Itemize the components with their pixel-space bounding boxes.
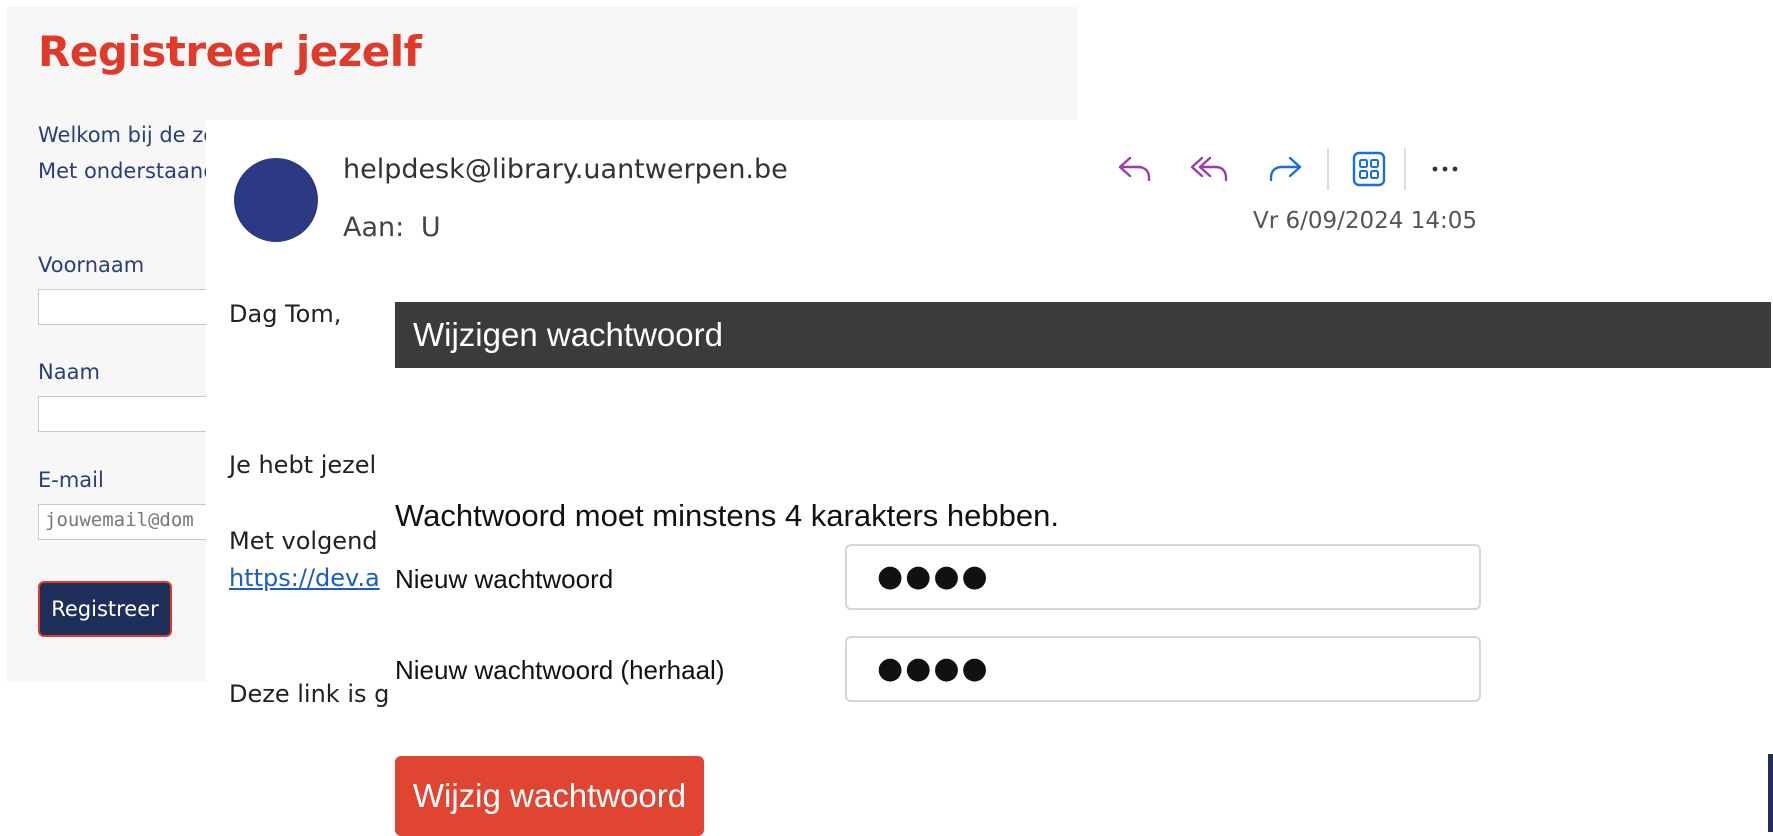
registration-title: Registreer jezelf [38,27,422,76]
page-title: Wijzigen wachtwoord [395,302,1771,368]
repeat-password-input[interactable]: ●●●● [845,636,1481,702]
new-password-label: Nieuw wachtwoord [395,564,614,594]
repeat-password-label: Nieuw wachtwoord (herhaal) [395,655,725,685]
toolbar-divider [1327,148,1329,190]
registration-intro-line-2: Met onderstaand [38,159,217,183]
avatar[interactable] [234,158,318,242]
toolbar-divider [1404,148,1406,190]
change-password-page: Wijzigen wachtwoord Wachtwoord moet mins… [395,302,1773,836]
more-icon[interactable] [1424,148,1466,190]
email-label: E-mail [38,468,104,492]
forward-icon[interactable] [1264,148,1306,190]
email-body-line-1: Je hebt jezel [229,451,377,479]
edge-fragment [1768,754,1773,832]
registration-intro-line-1: Welkom bij de ze [38,123,217,147]
register-button[interactable]: Registreer [38,581,172,637]
email-date: Vr 6/09/2024 14:05 [1253,208,1478,234]
firstname-label: Voornaam [38,253,145,277]
recipient-value[interactable]: U [421,212,441,243]
recipient-label: Aan: [343,212,405,243]
email-body-line-2: Met volgend [229,527,378,555]
change-password-button[interactable]: Wijzig wachtwoord [395,756,704,836]
reply-all-icon[interactable] [1188,148,1230,190]
apps-icon[interactable] [1348,148,1390,190]
reply-icon[interactable] [1114,148,1156,190]
password-requirement: Wachtwoord moet minstens 4 karakters heb… [395,498,1059,533]
email-greeting: Dag Tom, [229,300,342,328]
email-body-line-3: Deze link is g [229,680,390,708]
lastname-label: Naam [38,360,100,384]
recipient-line: Aan: U [343,212,441,243]
email-reset-link[interactable]: https://dev.a [229,564,380,592]
new-password-input[interactable]: ●●●● [845,544,1481,610]
sender-address[interactable]: helpdesk@library.uantwerpen.be [343,154,788,185]
